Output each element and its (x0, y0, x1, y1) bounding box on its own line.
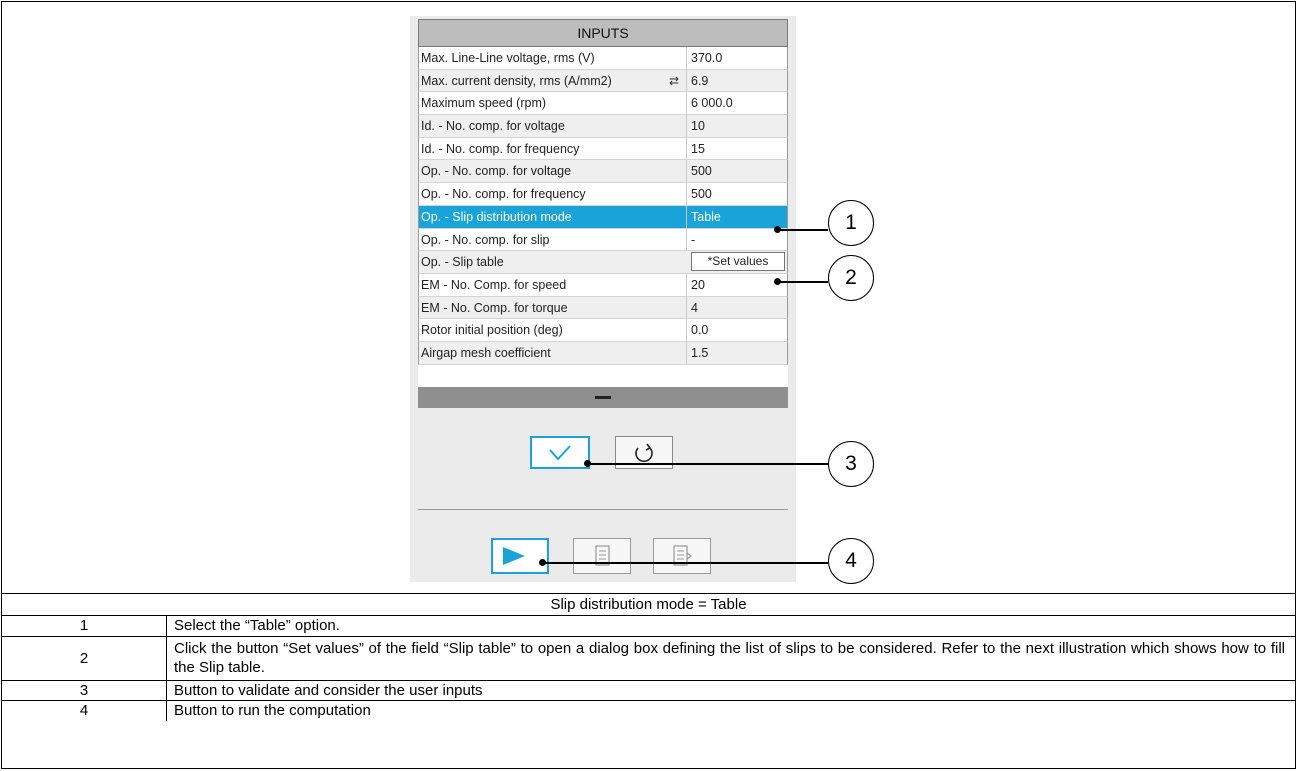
input-row[interactable]: Op. - No. comp. for frequency 500 (418, 183, 788, 206)
input-row[interactable]: Op. - Slip table *Set values (418, 251, 788, 274)
callout-3: 3 (828, 441, 874, 487)
legend-number: 4 (2, 701, 167, 721)
row-value[interactable]: 15 (686, 137, 787, 160)
callout-leader (778, 229, 828, 231)
row-label: Op. - No. comp. for frequency (421, 187, 586, 202)
row-label: Op. - No. comp. for voltage (421, 164, 572, 179)
document-export-icon (673, 545, 692, 566)
row-value[interactable]: 0.0 (686, 319, 787, 341)
input-row[interactable]: Maximum speed (rpm) 6 000.0 (418, 92, 788, 116)
callout-leader (588, 463, 828, 465)
document-table: INPUTS Max. Line-Line voltage, rms (V) 3… (1, 1, 1296, 769)
row-label: Id. - No. comp. for voltage (421, 119, 565, 134)
set-values-button[interactable]: *Set values (691, 252, 785, 272)
row-value[interactable]: 4 (686, 296, 787, 319)
row-value[interactable]: 500 (686, 183, 787, 205)
input-row[interactable]: Op. - No. comp. for slip - (418, 228, 788, 252)
legend-title: Slip distribution mode = Table (2, 594, 1295, 616)
input-row[interactable]: EM - No. Comp. for speed 20 (418, 273, 788, 297)
row-label: Op. - Slip distribution mode (421, 209, 572, 224)
inputs-box: INPUTS Max. Line-Line voltage, rms (V) 3… (418, 19, 788, 408)
run-button[interactable] (491, 538, 549, 574)
row-value[interactable]: 500 (686, 160, 787, 183)
legend-number: 3 (2, 681, 167, 700)
row-label: Max. Line-Line voltage, rms (V) (421, 51, 595, 65)
row-value[interactable]: 6.9 (686, 69, 787, 92)
row-value[interactable]: 6 000.0 (686, 92, 787, 115)
divider (418, 509, 788, 510)
check-icon (549, 445, 571, 461)
document-button[interactable] (573, 538, 631, 574)
input-row[interactable]: Op. - No. comp. for voltage 500 (418, 160, 788, 184)
input-row[interactable]: Rotor initial position (deg) 0.0 (418, 319, 788, 342)
callout-leader (543, 562, 828, 564)
callout-1: 1 (828, 200, 874, 246)
input-row[interactable]: EM - No. Comp. for torque 4 (418, 296, 788, 320)
input-row[interactable]: Airgap mesh coefficient 1.5 (418, 341, 788, 365)
row-label: EM - No. Comp. for torque (421, 300, 568, 315)
play-icon (503, 547, 525, 565)
row-value[interactable]: 10 (686, 115, 787, 137)
inputs-panel: INPUTS Max. Line-Line voltage, rms (V) 3… (410, 16, 796, 582)
row-label: Id. - No. comp. for frequency (421, 141, 580, 156)
legend-number: 1 (2, 616, 167, 636)
inputs-header: INPUTS (418, 19, 788, 47)
legend-row: 1 Select the “Table” option. (2, 616, 1295, 637)
input-row[interactable]: Max. Line-Line voltage, rms (V) 370.0 (418, 47, 788, 70)
row-label: Max. current density, rms (A/mm2) (421, 73, 612, 88)
input-row[interactable]: Id. - No. comp. for frequency 15 (418, 137, 788, 161)
legend-number: 2 (2, 637, 167, 680)
input-row[interactable]: Id. - No. comp. for voltage 10 (418, 115, 788, 138)
slip-mode-select[interactable]: Table (686, 205, 787, 228)
row-label: Airgap mesh coefficient (421, 345, 551, 360)
figure-cell: INPUTS Max. Line-Line voltage, rms (V) 3… (2, 2, 1295, 594)
legend-text: Button to validate and consider the user… (174, 682, 483, 699)
row-label: Op. - Slip table (421, 255, 504, 270)
row-value[interactable]: 1.5 (686, 341, 787, 364)
document-export-button[interactable] (653, 538, 711, 574)
collapse-icon (595, 396, 611, 399)
callout-leader (778, 281, 828, 283)
legend-text: Click the button “Set values” of the fie… (174, 640, 1285, 676)
row-label: Op. - No. comp. for slip (421, 232, 550, 247)
swap-arrows-icon[interactable]: ⇄ (669, 74, 679, 88)
callout-2: 2 (828, 255, 874, 301)
legend-row: 3 Button to validate and consider the us… (2, 681, 1295, 701)
input-row-selected[interactable]: Op. - Slip distribution mode Table (418, 205, 788, 229)
inputs-rows: Max. Line-Line voltage, rms (V) 370.0 Ma… (418, 47, 788, 365)
legend-row: 2 Click the button “Set values” of the f… (2, 637, 1295, 681)
row-value[interactable]: - (686, 228, 787, 251)
legend-text: Button to run the computation (174, 702, 371, 719)
legend-text: Select the “Table” option. (174, 617, 340, 634)
row-label: Maximum speed (rpm) (421, 96, 547, 111)
row-label: Rotor initial position (deg) (421, 323, 563, 338)
row-value[interactable]: 20 (686, 273, 787, 296)
collapse-bar[interactable] (418, 387, 788, 408)
legend-row: 4 Button to run the computation (2, 701, 1295, 721)
callout-4: 4 (828, 538, 874, 584)
input-row[interactable]: Max. current density, rms (A/mm2) ⇄ 6.9 (418, 69, 788, 93)
row-value[interactable]: 370.0 (686, 47, 787, 69)
document-icon (595, 545, 610, 566)
validate-button[interactable] (530, 436, 590, 469)
row-label: EM - No. Comp. for speed (421, 277, 567, 292)
